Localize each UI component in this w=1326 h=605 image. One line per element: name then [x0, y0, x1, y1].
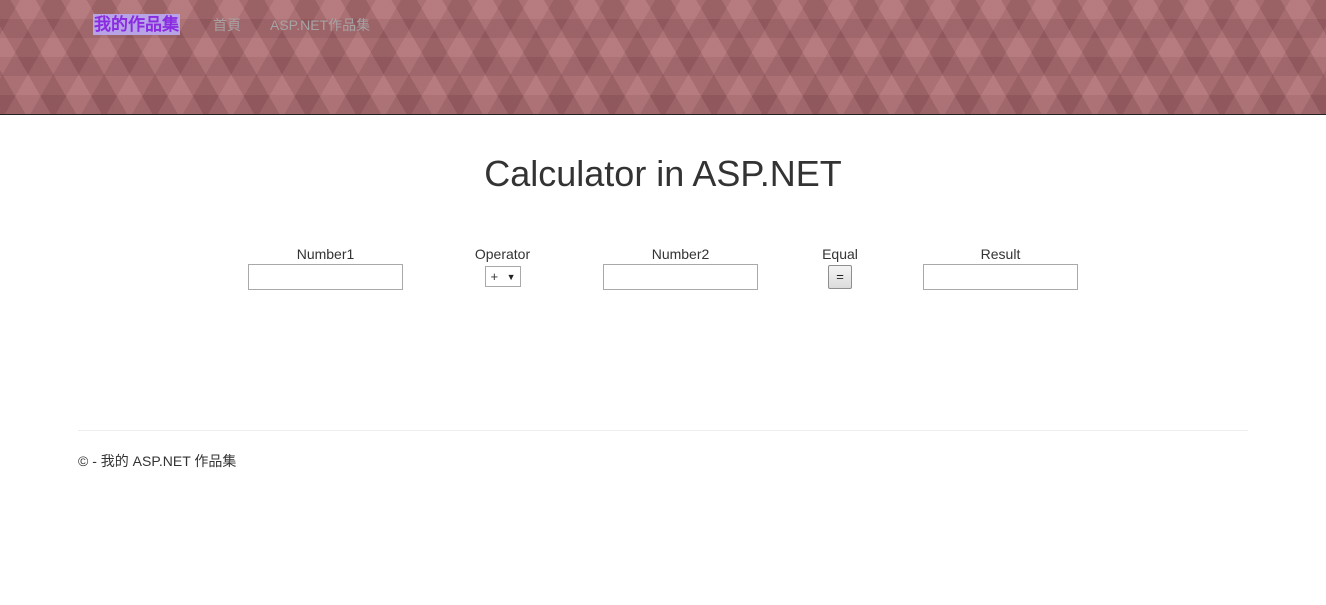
number1-label: Number1: [296, 246, 355, 262]
equal-button[interactable]: =: [828, 265, 852, 289]
number2-label: Number2: [651, 246, 710, 262]
number1-input[interactable]: [248, 264, 403, 290]
equal-group: Equal =: [815, 245, 865, 289]
equal-label: Equal: [822, 246, 858, 262]
number1-group: Number1: [248, 245, 403, 290]
operator-select[interactable]: + ▼: [484, 266, 521, 287]
brand-link[interactable]: 我的作品集: [93, 14, 180, 35]
top-navbar: 我的作品集 首頁 ASP.NET作品集: [0, 0, 1326, 115]
nav-link-aspnet-works[interactable]: ASP.NET作品集: [270, 16, 370, 34]
operator-label: Operator: [474, 246, 531, 262]
result-group: Result: [923, 245, 1078, 290]
nav-link-home[interactable]: 首頁: [213, 16, 241, 34]
dropdown-arrow-icon: ▼: [506, 271, 516, 282]
footer-divider: [78, 430, 1248, 431]
result-label: Result: [980, 246, 1021, 262]
number2-input[interactable]: [603, 264, 758, 290]
operator-group: Operator + ▼: [470, 245, 535, 287]
footer-copyright: © - 我的 ASP.NET 作品集: [78, 453, 237, 469]
result-input[interactable]: [923, 264, 1078, 290]
page-title: Calculator in ASP.NET: [484, 153, 842, 194]
operator-selected-value: +: [490, 269, 499, 284]
number2-group: Number2: [603, 245, 758, 290]
